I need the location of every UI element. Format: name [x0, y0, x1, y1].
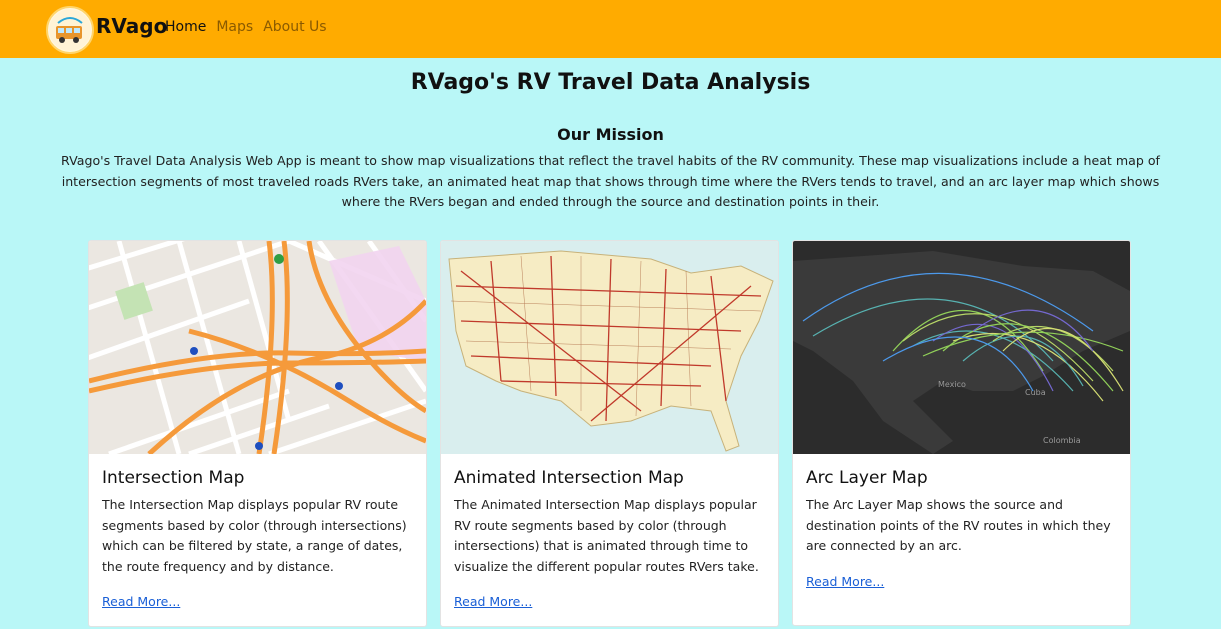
- intersection-map-image: [89, 241, 426, 454]
- page-title: RVago's RV Travel Data Analysis: [410, 70, 811, 95]
- card-intersection-map: Intersection Map The Intersection Map di…: [88, 240, 427, 627]
- card-title: Arc Layer Map: [806, 468, 928, 488]
- card-body: Arc Layer Map The Arc Layer Map shows th…: [793, 454, 1130, 590]
- nav-link-home[interactable]: Home: [165, 19, 206, 35]
- nav-link-maps[interactable]: Maps: [216, 19, 253, 35]
- map-label-cuba: Cuba: [1025, 388, 1046, 397]
- read-more-link[interactable]: Read More...: [102, 594, 180, 609]
- nav-links: Home Maps About Us: [165, 19, 327, 35]
- map-label-colombia: Colombia: [1043, 436, 1081, 445]
- animated-intersection-map-image: [441, 241, 778, 454]
- card-title: Animated Intersection Map: [454, 468, 684, 488]
- navbar: RVago Home Maps About Us: [0, 0, 1221, 58]
- read-more-link[interactable]: Read More...: [454, 594, 532, 609]
- brand-name[interactable]: RVago: [96, 14, 167, 38]
- read-more-link[interactable]: Read More...: [806, 574, 884, 589]
- mission-text: RVago's Travel Data Analysis Web App is …: [61, 153, 1160, 209]
- card-body: Animated Intersection Map The Animated I…: [441, 454, 778, 610]
- rvago-logo[interactable]: [46, 6, 94, 54]
- card-arc-layer-map: Mexico Cuba Colombia Arc Layer Map The A…: [792, 240, 1131, 626]
- card-body: Intersection Map The Intersection Map di…: [89, 454, 426, 610]
- card-animated-intersection-map: Animated Intersection Map The Animated I…: [440, 240, 779, 627]
- mission-heading: Our Mission: [557, 125, 664, 144]
- card-text: The Intersection Map displays popular RV…: [102, 497, 407, 574]
- arc-layer-map-image: Mexico Cuba Colombia: [793, 241, 1130, 454]
- card-text: The Arc Layer Map shows the source and d…: [806, 497, 1111, 553]
- rv-logo-icon: [49, 9, 91, 51]
- map-label-mexico: Mexico: [938, 380, 966, 389]
- card-text: The Animated Intersection Map displays p…: [454, 497, 759, 574]
- nav-link-about-us[interactable]: About Us: [263, 19, 326, 35]
- card-title: Intersection Map: [102, 468, 245, 488]
